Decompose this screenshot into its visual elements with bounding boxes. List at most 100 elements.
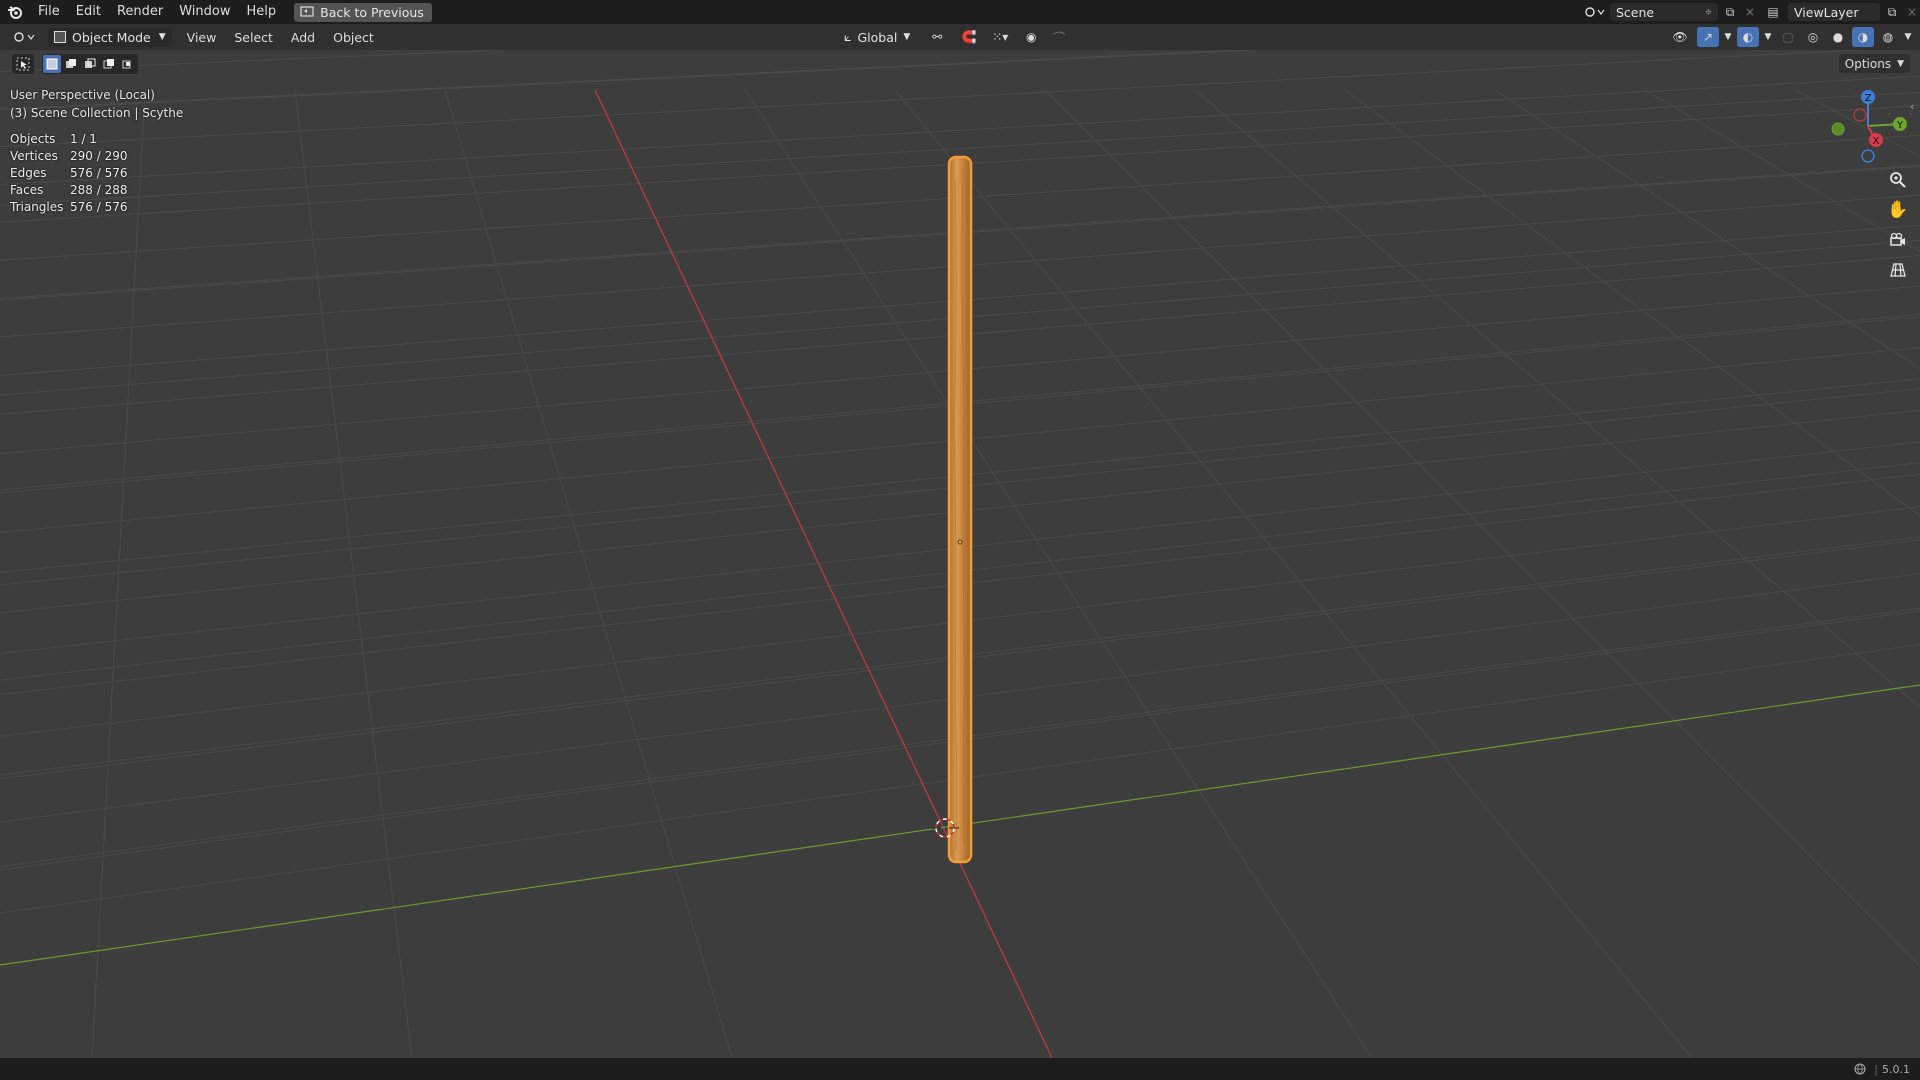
sidebar-toggle-icon[interactable]: ‹: [1910, 100, 1920, 116]
navigation-gizmo[interactable]: Z Y X: [1820, 88, 1910, 168]
menu-window[interactable]: Window: [171, 0, 238, 24]
pin-icon[interactable]: ⌖: [1705, 4, 1712, 20]
ortho-grid-icon[interactable]: [1886, 258, 1910, 282]
object-mode-label: Object Mode: [72, 29, 151, 45]
stat-value: 1 / 1: [70, 132, 97, 146]
gizmo-dropdown-icon[interactable]: ▼: [1722, 27, 1734, 47]
stat-row: Triangles 576 / 576: [10, 199, 127, 216]
menu-help[interactable]: Help: [239, 0, 285, 24]
header-menu-add[interactable]: Add: [282, 30, 324, 45]
stat-value: 576 / 576: [70, 200, 128, 214]
view-layer-icon[interactable]: ▤: [1758, 3, 1788, 21]
viewport-canvas[interactable]: [0, 50, 1920, 1058]
gizmo-neg-z-handle: [1861, 149, 1875, 163]
overlays-dropdown-icon[interactable]: ▼: [1762, 27, 1774, 47]
select-invert-icon[interactable]: [100, 55, 118, 73]
viewport-header: Object Mode ▼ View Select Add Object ⟀ G…: [0, 24, 1920, 50]
viewport-info-overlay: User Perspective (Local) (3) Scene Colle…: [10, 86, 183, 122]
stat-row: Faces 288 / 288: [10, 182, 127, 199]
select-tool-icon[interactable]: [12, 54, 34, 74]
shading-wireframe-icon[interactable]: ◎: [1802, 27, 1824, 47]
scene-selector-icon[interactable]: [1580, 3, 1610, 21]
snap-toggle-icon[interactable]: 🧲: [958, 27, 980, 47]
header-menu-view[interactable]: View: [178, 30, 226, 45]
overlays-toggle-icon[interactable]: ◐: [1737, 27, 1759, 47]
chevron-down-icon: ▼: [1897, 58, 1904, 69]
snap-target-icon[interactable]: ⁙▾: [986, 27, 1014, 47]
viewport-nav-buttons: ✋: [1886, 168, 1910, 282]
stat-row: Vertices 290 / 290: [10, 148, 127, 165]
gizmo-x-label: X: [1873, 136, 1880, 147]
gizmo-neg-x-handle: [1853, 108, 1867, 122]
menu-render[interactable]: Render: [109, 0, 171, 24]
screen-icon: [300, 6, 314, 17]
pan-hand-icon[interactable]: ✋: [1886, 198, 1910, 222]
status-separator: |: [1874, 1062, 1878, 1076]
new-scene-icon[interactable]: ⧉: [1718, 3, 1742, 21]
top-menu-bar: File Edit Render Window Help Back to Pre…: [0, 0, 1920, 24]
shading-rendered-icon[interactable]: ◍: [1877, 27, 1899, 47]
select-intersect-icon[interactable]: [119, 55, 137, 73]
object-mode-dropdown[interactable]: Object Mode ▼: [48, 27, 172, 47]
shading-dropdown-icon[interactable]: ▼: [1902, 27, 1914, 47]
blender-logo-icon[interactable]: [0, 0, 30, 24]
transform-orientation-dropdown[interactable]: ⟀ Global ▼: [838, 28, 916, 47]
view-name: User Perspective (Local): [10, 88, 155, 102]
stat-value: 576 / 576: [70, 166, 128, 180]
gizmo-neg-y-handle: [1831, 122, 1845, 136]
shading-material-icon[interactable]: ◑: [1852, 27, 1874, 47]
object-mode-icon: [54, 31, 66, 43]
gizmo-toggle-icon[interactable]: ↗: [1697, 27, 1719, 47]
new-view-layer-icon[interactable]: ⧉: [1880, 3, 1904, 21]
gizmo-y-label: Y: [1896, 120, 1904, 131]
stat-row: Edges 576 / 576: [10, 165, 127, 182]
orientation-label: Global: [857, 29, 898, 45]
status-bar: | 5.0.1: [0, 1058, 1920, 1080]
version-label: 5.0.1: [1882, 1062, 1910, 1076]
menu-edit[interactable]: Edit: [68, 0, 109, 24]
xray-toggle-icon[interactable]: ▢: [1777, 27, 1799, 47]
back-to-previous-button[interactable]: Back to Previous: [294, 2, 432, 22]
chevron-down-icon: ▼: [158, 32, 166, 42]
globe-icon: [1854, 1063, 1866, 1075]
stat-value: 288 / 288: [70, 183, 128, 197]
scene-name: Scene: [1616, 4, 1655, 20]
stat-label: Objects: [10, 132, 56, 146]
scene-name-field[interactable]: Scene ⌖: [1610, 3, 1718, 21]
view-layer-name: ViewLayer: [1794, 4, 1859, 20]
tool-settings-row: [12, 54, 138, 74]
pivot-point-icon[interactable]: ⚯: [922, 27, 952, 47]
editor-type-icon[interactable]: [10, 27, 40, 47]
camera-view-icon[interactable]: [1886, 228, 1910, 252]
back-to-previous-label: Back to Previous: [320, 4, 424, 20]
chevron-down-icon: ▼: [903, 32, 911, 42]
stat-label: Triangles: [10, 200, 64, 214]
stat-row: Objects 1 / 1: [10, 131, 127, 148]
options-label: Options: [1844, 56, 1892, 71]
scythe-handle-mesh: [947, 155, 973, 864]
view-layer-field[interactable]: ViewLayer: [1788, 3, 1880, 21]
orientation-icon: ⟀: [844, 29, 852, 44]
zoom-icon[interactable]: [1886, 168, 1910, 192]
collection-path: (3) Scene Collection | Scythe: [10, 106, 184, 120]
delete-view-layer-icon[interactable]: ×: [1904, 3, 1920, 21]
select-new-icon[interactable]: [43, 55, 61, 73]
selection-mode-group: [42, 54, 138, 74]
gizmo-z-label: Z: [1865, 93, 1872, 104]
stat-label: Edges: [10, 166, 47, 180]
delete-scene-icon[interactable]: ×: [1742, 3, 1758, 21]
options-dropdown[interactable]: Options ▼: [1838, 54, 1910, 73]
stat-label: Vertices: [10, 149, 58, 163]
scene-statistics: Objects 1 / 1 Vertices 290 / 290 Edges 576 …: [10, 131, 127, 216]
visibility-eye-icon[interactable]: 👁: [1666, 27, 1694, 47]
stat-value: 290 / 290: [70, 149, 128, 163]
select-subtract-icon[interactable]: [81, 55, 99, 73]
select-extend-icon[interactable]: [62, 55, 80, 73]
falloff-icon[interactable]: ⌒: [1048, 27, 1070, 47]
stat-label: Faces: [10, 183, 44, 197]
header-menu-object[interactable]: Object: [324, 30, 383, 45]
menu-file[interactable]: File: [30, 0, 68, 24]
header-menu-select[interactable]: Select: [225, 30, 282, 45]
shading-solid-icon[interactable]: ●: [1827, 27, 1849, 47]
proportional-edit-icon[interactable]: ◉: [1020, 27, 1042, 47]
